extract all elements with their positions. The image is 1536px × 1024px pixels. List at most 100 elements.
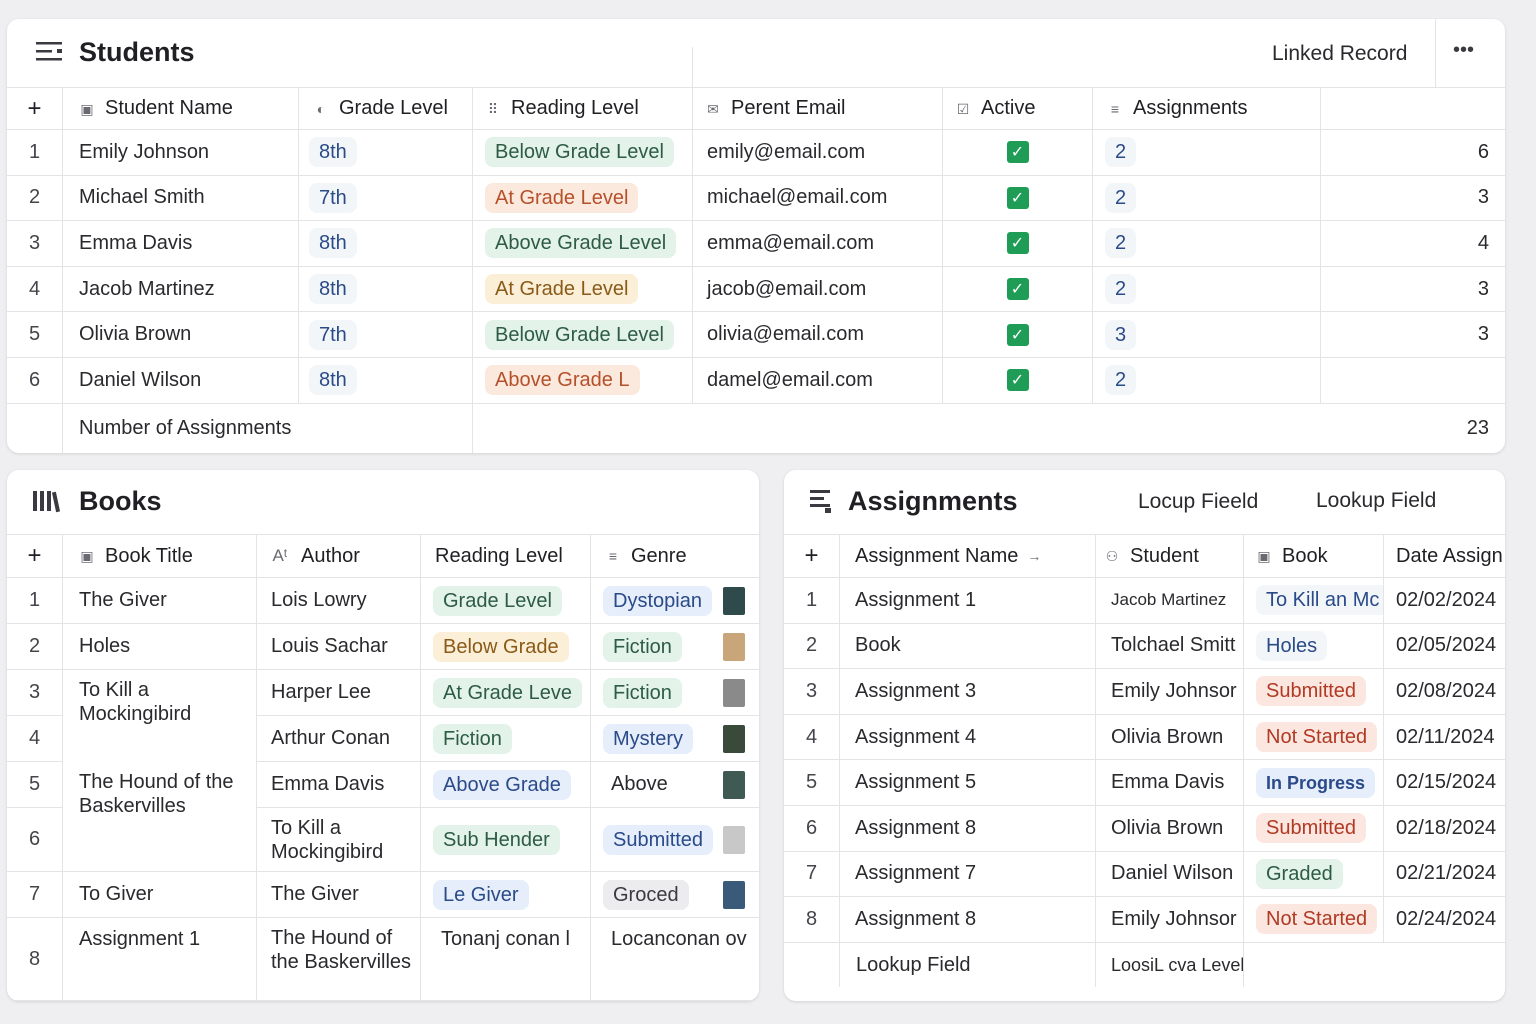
col-assignments[interactable]: ≡ Assignments — [1093, 88, 1321, 129]
reading-level-cell[interactable]: Tonanj conan l — [421, 918, 591, 1000]
table-row[interactable]: 3 Assignment 3 Emily Johnsor Submitted 02/08… — [784, 669, 1505, 715]
assignment-name[interactable]: Assignment 3 — [840, 669, 1096, 714]
table-row[interactable]: 8 Assignment 8 Emily Johnsor Not Started 02/… — [784, 897, 1505, 943]
col-book[interactable]: ▣ Book — [1244, 535, 1384, 577]
reading-level-badge[interactable]: Grade Level — [433, 585, 562, 616]
parent-email[interactable]: emma@email.com — [693, 221, 943, 266]
student-link[interactable]: Olivia Brown — [1096, 714, 1244, 760]
add-row-button[interactable]: + — [7, 88, 63, 129]
list-icon[interactable] — [36, 41, 64, 68]
book-cell[interactable]: Submitted — [1244, 806, 1384, 851]
table-row[interactable]: 5 Assignment 5 Emma Davis In Progress 02/15/… — [784, 760, 1505, 806]
active-cell[interactable]: ✓ — [943, 266, 1093, 312]
reading-level-badge[interactable]: At Grade Level — [485, 182, 639, 213]
genre-cell[interactable]: Mystery — [591, 716, 759, 761]
book-badge[interactable]: To Kill an Mc — [1256, 585, 1383, 616]
assignments-link-badge[interactable]: 2 — [1105, 182, 1137, 213]
book-badge[interactable]: Submitted — [1256, 676, 1367, 707]
reading-level-badge[interactable]: Fiction — [433, 723, 512, 754]
student-name[interactable]: Jacob Martinez — [63, 266, 299, 312]
student-link[interactable]: Emma Davis — [1096, 760, 1244, 805]
active-cell[interactable]: ✓ — [943, 175, 1093, 221]
author[interactable]: The Giver — [257, 872, 421, 917]
active-checkbox[interactable]: ✓ — [1006, 232, 1029, 255]
active-checkbox[interactable]: ✓ — [1006, 141, 1029, 164]
active-checkbox[interactable]: ✓ — [1006, 278, 1029, 301]
reading-level-badge[interactable]: Below Grade Level — [485, 319, 674, 350]
active-cell[interactable]: ✓ — [943, 358, 1093, 403]
parent-email[interactable]: michael@email.com — [693, 175, 943, 221]
table-row[interactable]: 8 Assignment 1 The Hound of the Baskervill… — [7, 918, 759, 1001]
assignment-name[interactable]: Assignment 7 — [840, 851, 1096, 897]
genre-badge[interactable]: Fiction — [603, 631, 682, 662]
col-reading-level[interactable]: Reading Level — [421, 535, 591, 577]
reading-level-cell[interactable]: At Grade Level — [473, 175, 693, 221]
table-row[interactable]: 4 Assignment 4 Olivia Brown Not Started 02/1… — [784, 714, 1505, 761]
assignments-link-badge[interactable]: 2 — [1105, 365, 1137, 396]
student-name[interactable]: Emily Johnson — [63, 130, 299, 175]
book-badge[interactable]: In Progress — [1256, 767, 1376, 798]
genre-badge[interactable]: Groced — [603, 879, 689, 910]
book-cell[interactable]: To Kill an Mc — [1244, 578, 1384, 623]
book-title[interactable]: To Giver — [63, 872, 257, 917]
genre-cell[interactable]: Submitted — [591, 808, 759, 871]
reading-level-cell[interactable]: Above Grade Level — [473, 221, 693, 266]
table-row[interactable]: 6 Daniel Wilson 8th Above Grade L damel@emai… — [7, 358, 1505, 404]
book-cover-thumbnail[interactable] — [723, 825, 745, 854]
reading-level-cell[interactable]: Le Giver — [421, 872, 591, 917]
active-cell[interactable]: ✓ — [943, 130, 1093, 175]
student-link[interactable]: Tolchael Smitt — [1096, 623, 1244, 669]
more-options-icon[interactable]: ••• — [1453, 39, 1474, 62]
book-cover-thumbnail[interactable] — [723, 724, 745, 753]
table-row[interactable]: 1 The Giver Lois Lowry Grade Level Dystopian — [7, 578, 759, 624]
col-book-title[interactable]: ▣ Book Title — [63, 535, 257, 577]
table-row[interactable]: 1 Assignment 1 Jacob Martinez To Kill an Mc… — [784, 578, 1505, 624]
col-student-name[interactable]: ▣ Student Name — [63, 88, 299, 129]
assignments-link-badge[interactable]: 2 — [1105, 228, 1137, 259]
col-reading-level[interactable]: ⠿ Reading Level — [473, 88, 693, 129]
student-link[interactable]: Olivia Brown — [1096, 806, 1244, 851]
book-badge[interactable]: Submitted — [1256, 813, 1367, 844]
parent-email[interactable]: jacob@email.com — [693, 266, 943, 312]
reading-level-cell[interactable]: Below Grade Level — [473, 130, 693, 175]
book-badge[interactable]: Holes — [1256, 630, 1328, 661]
book-cell[interactable]: Not Started — [1244, 897, 1384, 942]
grade-level-cell[interactable]: 7th — [299, 312, 473, 357]
reading-level-cell[interactable]: At Grade Level — [473, 266, 693, 312]
date-assigned[interactable]: 02/18/2024 — [1384, 806, 1505, 851]
book-title[interactable]: Assignment 1 — [63, 918, 257, 1000]
book-cell[interactable]: Graded — [1244, 851, 1384, 897]
table-row[interactable]: 4 Jacob Martinez 8th At Grade Level jacob@em… — [7, 266, 1505, 313]
student-link[interactable]: Daniel Wilson — [1096, 851, 1244, 897]
date-assigned[interactable]: 02/05/2024 — [1384, 624, 1505, 669]
grade-level-cell[interactable]: 8th — [299, 266, 473, 312]
assignments-cell[interactable]: 2 — [1093, 266, 1321, 312]
col-date-assigned[interactable]: Date Assign — [1384, 535, 1505, 577]
grade-badge[interactable]: 8th — [309, 274, 357, 305]
author[interactable]: To Kill a Mockingibird — [257, 808, 421, 871]
author[interactable]: Harper Lee — [257, 670, 421, 715]
author[interactable]: Louis Sachar — [257, 624, 421, 669]
book-cell[interactable]: Not Started — [1244, 714, 1384, 760]
reading-level-cell[interactable]: Below Grade — [421, 624, 591, 669]
grade-level-cell[interactable]: 8th — [299, 221, 473, 266]
assignments-link-badge[interactable]: 2 — [1105, 137, 1137, 168]
grade-badge[interactable]: 8th — [309, 137, 357, 168]
active-cell[interactable]: ✓ — [943, 221, 1093, 266]
table-row[interactable]: 2 Holes Louis Sachar Below Grade Fiction — [7, 624, 759, 670]
assignment-name[interactable]: Assignment 8 — [840, 897, 1096, 942]
parent-email[interactable]: olivia@email.com — [693, 312, 943, 357]
assignments-cell[interactable]: 2 — [1093, 221, 1321, 266]
table-row[interactable]: 3 Emma Davis 8th Above Grade Level emma@emai… — [7, 221, 1505, 267]
reading-level-badge[interactable]: Sub Hender — [433, 824, 560, 855]
reading-level-cell[interactable]: Sub Hender — [421, 808, 591, 871]
table-row[interactable]: 7 To Giver The Giver Le Giver Groced — [7, 872, 759, 918]
assignment-name[interactable]: Assignment 5 — [840, 760, 1096, 805]
student-name[interactable]: Daniel Wilson — [63, 358, 299, 403]
active-cell[interactable]: ✓ — [943, 312, 1093, 357]
genre-cell[interactable]: Groced — [591, 872, 759, 917]
add-row-button[interactable]: + — [7, 535, 63, 577]
add-row-button[interactable]: + — [784, 535, 840, 577]
active-checkbox[interactable]: ✓ — [1006, 186, 1029, 209]
book-cover-thumbnail[interactable] — [723, 880, 745, 909]
